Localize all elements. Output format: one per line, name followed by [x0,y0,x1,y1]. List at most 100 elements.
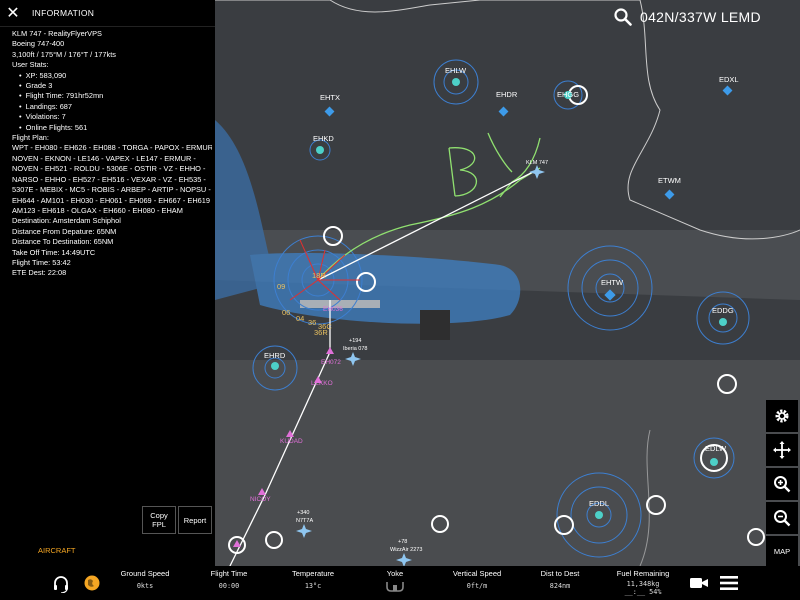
stat-value: 0ft/m [466,582,488,590]
zoom-in-button[interactable] [766,468,798,500]
flight-plan-line: AM123 - EH618 - OLGAX - EH660 - EH080 - … [12,205,183,215]
svg-text:EH072: EH072 [321,359,341,366]
info-panel-title: INFORMATION [32,8,95,18]
info-aircraft-type: Boeing 747-400 [12,39,65,49]
aircraft-tab[interactable]: AIRCRAFT [38,546,76,555]
gear-icon [775,409,789,423]
svg-text:EHRD: EHRD [264,351,286,360]
info-panel-body: KLM 747 - RealityFlyerVPS Boeing 747-400… [12,29,212,279]
zoom-out-button[interactable] [766,502,798,534]
svg-text:EHLW: EHLW [445,66,467,75]
stat-vertical-speed: Vertical Speed 0ft/m [444,569,510,590]
stat-value: 0kts [136,582,154,590]
svg-text:EDLW: EDLW [705,444,727,453]
zoom-in-icon [774,476,791,493]
search-icon [614,8,632,26]
info-altitude-heading: 3,100ft / 175°M / 176°T / 177kts [12,49,116,59]
globe-icon[interactable] [84,575,100,591]
svg-text:04: 04 [296,314,304,323]
stat-label: Vertical Speed [452,569,502,578]
svg-text:+340: +340 [297,510,309,516]
stat-value: 11,348kg [626,580,660,588]
svg-text:09: 09 [277,282,285,291]
stat-xp: XP: 583,090 [12,71,212,81]
flight-plan-line: NOVEN - EH521 - ROLDU - 5306E - OSTIR - … [12,164,206,174]
stat-online-flights: Online Flights: 561 [12,123,212,133]
stat-label: Ground Speed [120,569,170,578]
stat-temperature: Temperature 13°c [280,569,346,590]
info-distance-from-departure: Distance From Depature: 65NM [12,226,117,236]
info-ete-dest: ETE Dest: 22:08 [12,268,67,278]
report-button[interactable]: Report [178,506,212,534]
info-callsign: KLM 747 - RealityFlyerVPS [12,29,102,38]
svg-text:EHTX: EHTX [320,93,340,102]
svg-text:36: 36 [308,318,316,327]
svg-text:NICOY: NICOY [250,496,271,503]
stat-grade: Grade 3 [12,81,212,91]
info-distance-to-destination: Distance To Destination: 65NM [12,237,114,247]
stat-label: Flight Time [210,569,248,578]
menu-icon[interactable] [720,575,738,591]
info-takeoff-time: Take Off Time: 14:49UTC [12,247,96,257]
svg-text:EH036: EH036 [323,306,343,313]
close-icon[interactable]: ✕ [0,0,26,26]
svg-text:Iberia 078: Iberia 078 [343,346,367,352]
svg-text:EHDR: EHDR [496,90,518,99]
crosshair-icon [773,441,791,459]
yoke-icon [386,582,404,592]
info-panel-header: ✕ INFORMATION [0,0,215,27]
stat-flight-time: Flight Time 00:00 [196,569,262,590]
settings-button[interactable] [766,400,798,432]
svg-text:WizzAir 2273: WizzAir 2273 [390,547,422,553]
svg-text:EHKD: EHKD [313,134,334,143]
stat-label: Yoke [386,569,404,578]
flight-plan-line: WPT - EH080 - EH626 - EH088 - TORGA - PA… [12,143,212,153]
info-flight-time: Flight Time: 53:42 [12,257,71,267]
svg-text:EHTW: EHTW [601,278,624,287]
zoom-out-icon [774,510,791,527]
svg-text:36C: 36C [318,322,332,331]
copy-fpl-button[interactable]: Copy FPL [142,506,176,534]
flight-plan-label: Flight Plan: [12,133,49,143]
flight-plan-line: 5307E - MEBIX - MC5 - ROBIS - ARBEP - AR… [12,185,211,195]
flight-plan-line: EH644 - AM101 - EH030 - EH061 - EH069 - … [12,195,212,205]
search-query: 042N/337W LEMD [640,9,761,25]
stat-value: 13°c [304,582,322,590]
camera-icon[interactable] [689,575,709,591]
svg-text:+194: +194 [349,338,361,344]
svg-text:LEKKO: LEKKO [311,380,333,387]
search-box[interactable]: 042N/337W LEMD [614,4,796,30]
svg-text:EDDG: EDDG [712,306,734,315]
bottom-status-bar: Ground Speed 0kts Flight Time 00:00 Temp… [0,566,800,600]
stat-fuel-remaining: Fuel Remaining 11,348kg __:__ 54% [608,569,678,596]
svg-text:ETWM: ETWM [658,176,681,185]
fuel-sub-value: __:__ 54% [624,588,662,596]
stat-label: Fuel Remaining [616,569,670,578]
svg-text:06: 06 [282,308,290,317]
info-user-stats-label: User Stats: [12,60,49,70]
svg-text:+78: +78 [398,539,407,545]
stat-violations: Violations: 7 [12,112,212,122]
stat-label: Temperature [291,569,335,578]
stat-value: 00:00 [218,582,240,590]
stat-value: 824nm [549,582,571,590]
svg-text:KUDAD: KUDAD [280,438,303,445]
svg-text:KLM 747: KLM 747 [526,160,548,166]
stat-label: Dist to Dest [540,569,580,578]
svg-text:18R: 18R [312,271,326,280]
center-button[interactable] [766,434,798,466]
information-panel: ✕ INFORMATION KLM 747 - RealityFlyerVPS … [0,0,215,566]
stat-dist-to-dest: Dist to Dest 824nm [530,569,590,590]
svg-text:EDXL: EDXL [719,75,739,84]
headset-icon[interactable] [52,575,70,593]
svg-text:EHGG: EHGG [557,90,579,99]
flight-plan-line: NARSO - EHHO - EH527 - EH516 - VEXAR - V… [12,174,206,184]
stat-landings: Landings: 687 [12,102,212,112]
map-button[interactable]: MAP [766,536,798,566]
stat-ground-speed: Ground Speed 0kts [112,569,178,590]
info-destination: Destination: Amsterdam Schiphol [12,216,121,226]
flight-plan-line: NOVEN - EKNON - LE146 - VAPEX - LE147 - … [12,153,196,163]
stat-flight-time: Flight Time: 791hr52mn [12,91,212,101]
svg-text:N7T7A: N7T7A [296,518,313,524]
svg-text:EDDL: EDDL [589,499,609,508]
